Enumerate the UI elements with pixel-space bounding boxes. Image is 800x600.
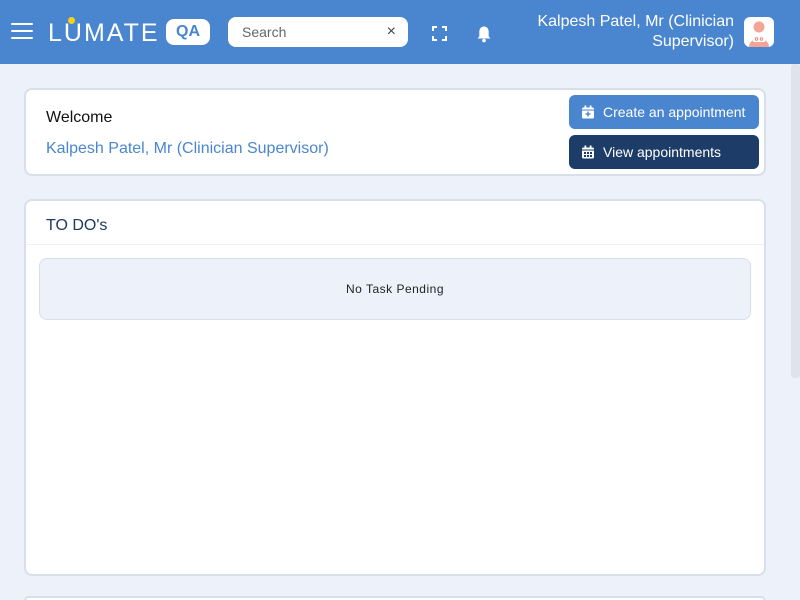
empty-task-text: No Task Pending (345, 282, 444, 296)
todo-card: TO DO's No Task Pending (24, 199, 766, 576)
logo-text: LUMATE (48, 18, 160, 47)
calendar-plus-icon (582, 105, 594, 119)
create-appointment-label: Create an appointment (603, 104, 746, 120)
welcome-title: Welcome (46, 109, 113, 126)
search-input[interactable] (228, 17, 378, 47)
create-appointment-button[interactable]: Create an appointment (569, 95, 759, 129)
environment-badge: QA (166, 19, 210, 45)
logo-dot (68, 17, 75, 24)
clear-icon[interactable]: × (387, 23, 396, 41)
welcome-card: Welcome Kalpesh Patel, Mr (Clinician Sup… (24, 88, 766, 176)
view-appointments-button[interactable]: View appointments (569, 135, 759, 169)
todo-divider (26, 244, 764, 245)
calendar-icon (582, 145, 594, 159)
app-logo[interactable]: LUMATE (48, 18, 160, 48)
menu-icon[interactable] (11, 23, 33, 41)
search-box: × (228, 17, 408, 47)
next-card-edge (24, 596, 766, 600)
todo-title: TO DO's (46, 217, 108, 234)
avatar-icon (749, 21, 769, 47)
empty-task-message: No Task Pending (39, 258, 751, 320)
scrollbar[interactable] (791, 64, 800, 378)
user-name[interactable]: Kalpesh Patel, Mr (Clinician Supervisor) (534, 12, 734, 52)
welcome-user-name: Kalpesh Patel, Mr (Clinician Supervisor) (46, 140, 329, 157)
top-navigation-bar: LUMATE QA × Kalpesh Patel, Mr (Clinician… (0, 0, 800, 64)
avatar[interactable] (744, 17, 774, 47)
view-appointments-label: View appointments (603, 144, 722, 160)
fullscreen-icon[interactable] (432, 26, 447, 41)
bell-icon[interactable] (476, 25, 492, 43)
